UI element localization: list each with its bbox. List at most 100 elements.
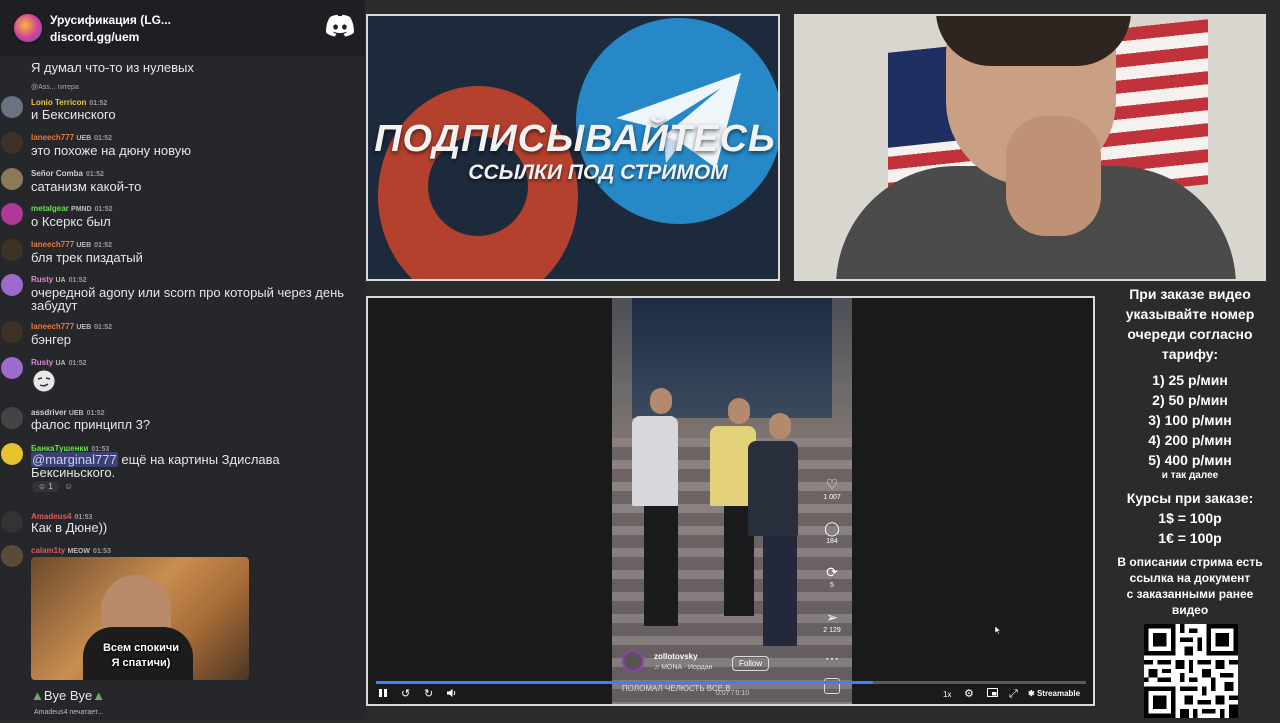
music-track[interactable]: ♫ MONA · Иордан (654, 664, 713, 671)
avatar (1, 274, 23, 296)
badge: UEB (76, 324, 92, 331)
person-figure (632, 388, 678, 626)
message-text: это похоже на дюну новую (31, 143, 192, 158)
share-count: 2 129 (823, 627, 841, 634)
avatar (1, 357, 23, 379)
rewind-icon: ↺ (401, 688, 411, 700)
reaction-chip[interactable]: ☺ 1 (32, 481, 59, 492)
bye-message: ▲Bye Bye▲ (31, 688, 105, 703)
volume-icon (447, 689, 456, 697)
streamer-hand (1006, 116, 1101, 236)
info-line: тарифу: (1161, 346, 1219, 362)
pause-button[interactable] (378, 688, 388, 701)
gear-icon: ⚙ (964, 688, 974, 700)
banner-subtitle: ССЫЛКИ ПОД СТРИМОМ (468, 161, 728, 184)
timestamp: 01:52 (68, 360, 87, 367)
username-row: metalgear PMND 01:52 (31, 204, 113, 213)
send-icon: ➢ (826, 609, 838, 625)
volume-button[interactable] (446, 688, 457, 701)
attached-image[interactable]: Всем спокичи Я спатичи) (31, 557, 249, 680)
badge: UEB (68, 410, 84, 417)
streamer-webcam (794, 14, 1266, 281)
badge: UA (55, 277, 66, 284)
username: calam1ty (31, 546, 66, 555)
message-text: о Ксеркс был (31, 214, 111, 229)
author-avatar[interactable] (622, 650, 644, 672)
timestamp: 01:52 (94, 242, 113, 249)
share-button[interactable]: ➢ 2 129 (820, 609, 844, 634)
car-emoji-icon: ▲ (92, 688, 106, 703)
badge: UEB (76, 242, 92, 249)
username-row: Rusty UA 01:52 (31, 275, 87, 284)
course-line: 1€ = 100р (1158, 530, 1222, 546)
timestamp: 01:52 (94, 206, 113, 213)
badge: UA (55, 360, 66, 367)
author-handle[interactable]: zollotovsky (654, 652, 698, 661)
add-reaction-icon[interactable]: ☺ (64, 481, 73, 491)
badge: PMND (71, 206, 92, 213)
time-display: 0:07 / 0:10 (716, 690, 750, 697)
timestamp: 01:52 (68, 277, 87, 284)
settings-button[interactable]: ⚙ (964, 688, 974, 700)
course-line: 1$ = 100р (1158, 510, 1222, 526)
timestamp: 01:52 (94, 135, 113, 142)
like-count: 1 007 (823, 494, 841, 501)
reel-video[interactable]: ♡ 1 007 ◯ 184 ⟳ 5 ➢ 2 129 ⋯ zollotovsky … (612, 298, 852, 704)
playback-speed-button[interactable]: 1x (943, 690, 951, 699)
repost-button[interactable]: ⟳ 5 (820, 564, 844, 589)
tariff-line: 3) 100 р/мин (1148, 412, 1232, 428)
timestamp: 01:52 (86, 410, 105, 417)
description-line: с заказанными ранее (1126, 587, 1254, 601)
message-text: бля трек пиздатый (31, 250, 143, 265)
like-button[interactable]: ♡ 1 007 (820, 476, 844, 501)
username-row: assdriver UEB 01:52 (31, 408, 105, 417)
avatar (1, 511, 23, 533)
fullscreen-icon: ⤢ (1009, 688, 1018, 700)
username-row: Lonio Terricon 01:52 (31, 98, 107, 107)
server-invite-link[interactable]: discord.gg/uem (50, 30, 171, 44)
rewind-button[interactable]: ↺ (401, 688, 410, 700)
order-info-panel: При заказе видео указывайте номер очеред… (1100, 284, 1280, 618)
comment-button[interactable]: ◯ 184 (820, 520, 844, 545)
avatar (1, 443, 23, 465)
video-player[interactable]: ♡ 1 007 ◯ 184 ⟳ 5 ➢ 2 129 ⋯ zollotovsky … (366, 296, 1095, 706)
tariff-line: 4) 200 р/мин (1148, 432, 1232, 448)
message-text: Bye Bye (43, 688, 93, 703)
image-caption: Всем спокичи Я спатичи) (81, 641, 201, 671)
brand-name: Streamable (1036, 689, 1081, 698)
message-text: фалос принципл 3? (31, 417, 151, 432)
banner-title: ПОДПИСЫВАЙТЕСЬ (374, 118, 776, 160)
discord-logo-icon (326, 14, 354, 37)
car-emoji-icon: ▲ (31, 688, 44, 703)
username: Rusty (31, 358, 54, 367)
picture-in-picture-icon (987, 688, 998, 697)
pause-icon (379, 689, 387, 697)
smug-emoji-icon (32, 369, 56, 393)
follow-button[interactable]: Follow (732, 656, 770, 671)
pip-button[interactable] (987, 688, 998, 700)
timestamp: 01:52 (94, 324, 113, 331)
username: metalgear (31, 204, 69, 213)
player-controls: ↺ ↻ 0:07 / 0:10 1x ⚙ ⤢ ✱ Streamable (368, 684, 1093, 704)
message-text: Я думал что-то из нулевых (31, 60, 194, 75)
person-figure (748, 413, 798, 646)
more-icon: ⋯ (825, 650, 839, 666)
avatar (1, 407, 23, 429)
server-icon (14, 14, 42, 42)
tariff-line: 2) 50 р/мин (1152, 392, 1228, 408)
fullscreen-button[interactable]: ⤢ (1009, 688, 1018, 700)
message-text-row: @marginal777 ещё на картины Здислава Бек… (31, 452, 361, 479)
forward-button[interactable]: ↻ (424, 688, 433, 700)
comment-count: 184 (826, 538, 838, 545)
streamable-brand-link[interactable]: ✱ Streamable (1028, 689, 1080, 698)
mouse-cursor-icon (995, 626, 1001, 635)
username: assdriver (31, 408, 67, 417)
description-line: В описании стрима есть (1117, 555, 1263, 569)
more-options-button[interactable]: ⋯ (820, 650, 844, 666)
heart-icon: ♡ (825, 476, 839, 492)
subscribe-banner: ПОДПИСЫВАЙТЕСЬ ССЫЛКИ ПОД СТРИМОМ (366, 14, 780, 281)
message-text: очередной agony или scorn про который че… (31, 285, 345, 313)
username-row: Rusty UA 01:52 (31, 358, 87, 367)
username: Ianeech777 (31, 240, 75, 249)
timestamp: 01:53 (93, 548, 111, 555)
